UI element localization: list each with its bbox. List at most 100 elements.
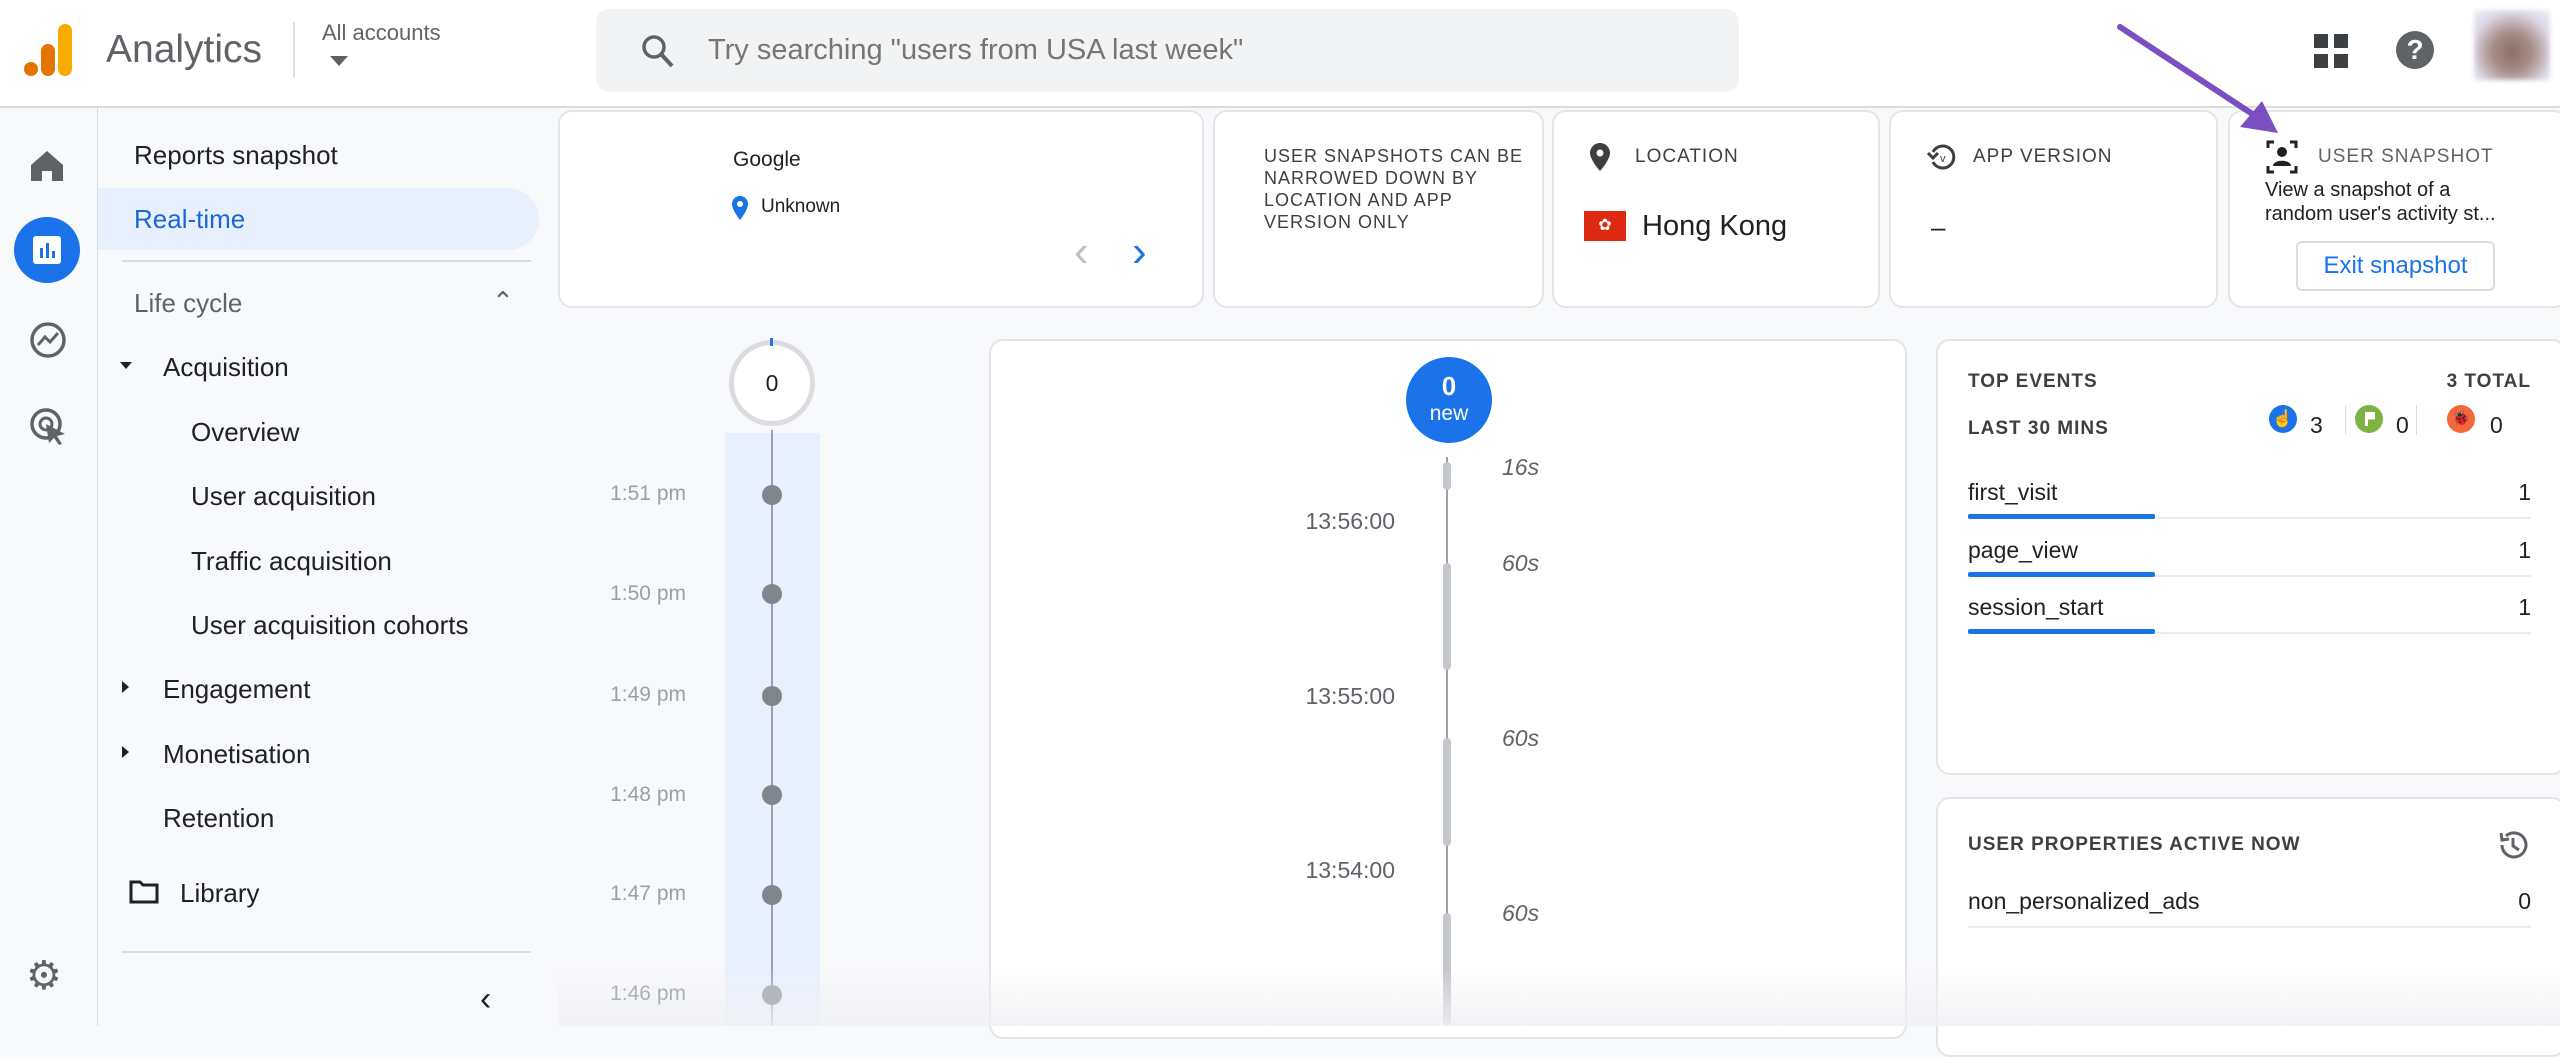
explore-icon[interactable] bbox=[29, 321, 67, 359]
settings-icon[interactable]: ⚙ bbox=[26, 956, 62, 996]
nav-acquisition[interactable]: Acquisition bbox=[163, 352, 289, 383]
event-name: first_visit bbox=[1968, 479, 2058, 505]
minute-dot[interactable] bbox=[762, 584, 782, 604]
flag-icon bbox=[2355, 405, 2383, 433]
stream-segment bbox=[1443, 563, 1451, 670]
analytics-logo-icon bbox=[24, 24, 72, 76]
apps-grid-icon[interactable] bbox=[2314, 34, 2348, 68]
nav-acq-traffic-acquisition[interactable]: Traffic acquisition bbox=[191, 546, 392, 577]
user-snapshot-icon bbox=[2266, 140, 2298, 174]
nav-monetisation[interactable]: Monetisation bbox=[163, 739, 310, 770]
annotation-arrow-icon bbox=[2117, 24, 2278, 133]
bug-count: 0 bbox=[2490, 412, 2503, 438]
info-text: USER SNAPSHOTS CAN BE NARROWED DOWN BY L… bbox=[1264, 146, 1524, 232]
stream-segment bbox=[1443, 738, 1451, 846]
device-card: Google Unknown ‹ › bbox=[558, 110, 1204, 308]
minute-dot[interactable] bbox=[762, 485, 782, 505]
stream-segment bbox=[1443, 462, 1451, 490]
top-events-title: TOP EVENTS bbox=[1968, 371, 2098, 392]
event-row[interactable]: first_visit 1 bbox=[1968, 479, 2531, 519]
nav-acq-overview[interactable]: Overview bbox=[191, 417, 299, 448]
description-line: View a snapshot of a bbox=[2265, 179, 2451, 201]
divider bbox=[2345, 405, 2346, 435]
avatar[interactable] bbox=[2474, 10, 2550, 80]
user-snapshot-label: USER SNAPSHOT bbox=[2318, 146, 2494, 167]
location-pin-icon bbox=[1590, 143, 1610, 171]
minute-dot[interactable] bbox=[762, 686, 782, 706]
divider bbox=[122, 260, 531, 262]
caret-right-icon bbox=[122, 746, 129, 758]
description-line: random user's activity st... bbox=[2265, 203, 2496, 225]
hong-kong-flag-icon: ✿ bbox=[1584, 211, 1626, 241]
chevron-up-icon[interactable]: ⌃ bbox=[492, 286, 514, 317]
search-icon bbox=[642, 35, 674, 68]
location-label: LOCATION bbox=[1635, 146, 1739, 167]
reports-icon[interactable] bbox=[14, 217, 80, 283]
previous-user-button[interactable]: ‹ bbox=[1074, 230, 1089, 274]
new-events-badge[interactable]: 0 new bbox=[1406, 357, 1492, 443]
nav-acq-cohorts[interactable]: User acquisition cohorts bbox=[191, 610, 468, 641]
divider bbox=[2416, 405, 2417, 435]
nav-realtime[interactable]: Real-time bbox=[98, 188, 539, 250]
event-share-bar bbox=[1968, 514, 2155, 519]
home-icon[interactable] bbox=[30, 150, 64, 182]
event-share-bar bbox=[1968, 629, 2155, 634]
stream-segment bbox=[1443, 913, 1451, 1026]
minute-dot[interactable] bbox=[762, 885, 782, 905]
timeline-line bbox=[771, 430, 773, 1026]
minute-dot[interactable] bbox=[762, 985, 782, 1005]
folder-icon bbox=[129, 880, 159, 904]
bug-icon: 🐞 bbox=[2447, 405, 2475, 433]
nav-section-lifecycle[interactable]: Life cycle bbox=[134, 288, 242, 319]
user-property-row: non_personalized_ads 0 bbox=[1968, 888, 2531, 928]
nav-engagement[interactable]: Engagement bbox=[163, 674, 310, 705]
minute-count[interactable]: 0 bbox=[729, 340, 815, 426]
report-nav: Reports snapshot Real-time Life cycle ⌃ … bbox=[98, 108, 558, 1026]
stream-timestamp: 13:55:00 bbox=[1305, 683, 1395, 709]
top-events-total: 3 TOTAL bbox=[2446, 371, 2531, 392]
left-rail: ⚙ bbox=[0, 108, 98, 1026]
minute-label: 1:49 pm bbox=[610, 683, 686, 706]
stream-duration: 16s bbox=[1502, 454, 1540, 480]
event-name: session_start bbox=[1968, 594, 2104, 620]
event-row[interactable]: page_view 1 bbox=[1968, 537, 2531, 577]
event-row[interactable]: session_start 1 bbox=[1968, 594, 2531, 634]
history-icon[interactable] bbox=[2497, 829, 2529, 861]
stream-duration: 60s bbox=[1502, 550, 1540, 576]
location-pin-icon bbox=[732, 196, 748, 220]
nav-library[interactable]: Library bbox=[180, 878, 259, 909]
help-icon[interactable]: ? bbox=[2396, 31, 2434, 69]
user-properties-title: USER PROPERTIES ACTIVE NOW bbox=[1968, 834, 2301, 855]
account-selector[interactable]: All accounts bbox=[322, 20, 441, 66]
stream-timestamp: 13:56:00 bbox=[1305, 508, 1395, 534]
collapse-chevron-icon[interactable]: ‹ bbox=[480, 980, 491, 1019]
app-version-label: APP VERSION bbox=[1973, 146, 2113, 167]
event-count: 1 bbox=[2518, 594, 2531, 620]
svg-text:v: v bbox=[1940, 153, 1946, 165]
event-name: page_view bbox=[1968, 537, 2078, 563]
minute-label: 1:50 pm bbox=[610, 582, 686, 605]
nav-realtime-label: Real-time bbox=[134, 204, 246, 234]
divider bbox=[293, 22, 295, 78]
next-user-button[interactable]: › bbox=[1132, 230, 1147, 274]
minute-label: 1:46 pm bbox=[610, 982, 686, 1005]
nav-reports-snapshot[interactable]: Reports snapshot bbox=[134, 140, 338, 171]
new-count: 0 bbox=[1441, 371, 1457, 401]
stream-timestamp: 13:54:00 bbox=[1305, 857, 1395, 883]
advertising-icon[interactable] bbox=[29, 407, 69, 447]
search-bar[interactable] bbox=[596, 9, 1739, 92]
app-version-icon: v bbox=[1927, 144, 1956, 170]
user-snapshot-description: View a snapshot of a random user's activ… bbox=[2265, 178, 2496, 226]
search-input[interactable] bbox=[708, 27, 1708, 73]
location-card[interactable]: LOCATION ✿ Hong Kong bbox=[1552, 110, 1880, 308]
nav-acq-user-acquisition[interactable]: User acquisition bbox=[191, 481, 376, 512]
property-value: 0 bbox=[2518, 888, 2531, 914]
nav-retention[interactable]: Retention bbox=[163, 803, 274, 834]
exit-snapshot-button[interactable]: Exit snapshot bbox=[2296, 241, 2495, 291]
top-events-period: LAST 30 MINS bbox=[1968, 418, 2109, 439]
event-share-bar bbox=[1968, 572, 2155, 577]
minute-label: 1:48 pm bbox=[610, 783, 686, 806]
device-location: Unknown bbox=[761, 196, 841, 217]
minute-dot[interactable] bbox=[762, 785, 782, 805]
event-count: 1 bbox=[2518, 537, 2531, 563]
